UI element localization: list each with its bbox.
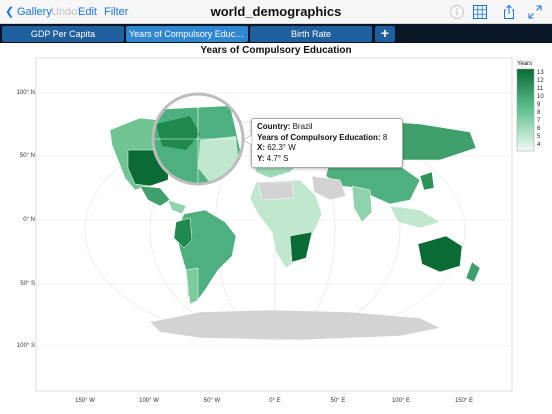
legend-label: 11 xyxy=(537,86,544,92)
legend-label: 8 xyxy=(537,110,541,116)
x-tick-label: 100° W xyxy=(139,398,159,404)
tooltip-years-row: Years of Compulsory Education: 8 xyxy=(257,133,397,144)
tooltip-years-key: Years of Compulsory Education: xyxy=(257,132,381,142)
x-tick-label: 150° E xyxy=(454,398,474,404)
legend-label: 9 xyxy=(537,102,541,108)
legend-label: 13 xyxy=(537,70,544,76)
legend-label: 7 xyxy=(537,118,541,124)
tooltip-x-key: X: xyxy=(257,143,265,152)
tooltip-country-value: Brazil xyxy=(292,122,313,131)
north-africa-shape[interactable] xyxy=(257,181,295,201)
y-tick-label: 50° N xyxy=(19,153,35,159)
legend-label: 12 xyxy=(537,78,544,84)
x-tick-label: 50° W xyxy=(203,398,221,404)
legend-color-bar xyxy=(516,68,535,152)
y-tick-label: 100° S xyxy=(16,343,35,349)
tooltip-y-key: Y: xyxy=(257,153,265,163)
legend-title: Years xyxy=(517,61,533,67)
legend-label: 6 xyxy=(537,126,541,132)
tooltip-years-value: 8 xyxy=(382,132,388,142)
y-tick-label: 50° S xyxy=(20,281,35,287)
data-tooltip: Country: Brazil Years of Compulsory Educ… xyxy=(251,118,403,168)
x-tick-label: 100° E xyxy=(391,398,411,404)
tooltip-pointer xyxy=(243,135,253,145)
tooltip-country-row: Country: Brazil xyxy=(257,122,397,133)
y-tick-label: 0° N xyxy=(23,217,35,223)
tooltip-y-value: 4.7° S xyxy=(266,153,289,163)
legend-label: 4 xyxy=(537,142,541,148)
x-tick-label: 0° E xyxy=(269,398,281,404)
x-tick-label: 150° W xyxy=(75,398,95,404)
legend-label: 10 xyxy=(537,94,544,100)
map-canvas[interactable] xyxy=(0,0,552,414)
y-tick-label: 100° N xyxy=(16,90,35,96)
tooltip-country-key: Country: xyxy=(257,122,291,131)
legend-label: 5 xyxy=(537,134,541,140)
tooltip-x-value: 62.3° W xyxy=(267,143,296,152)
tooltip-x-row: X: 62.3° W xyxy=(257,143,397,154)
x-tick-label: 50° E xyxy=(330,398,346,404)
tooltip-y-row: Y: 4.7° S xyxy=(257,154,397,165)
